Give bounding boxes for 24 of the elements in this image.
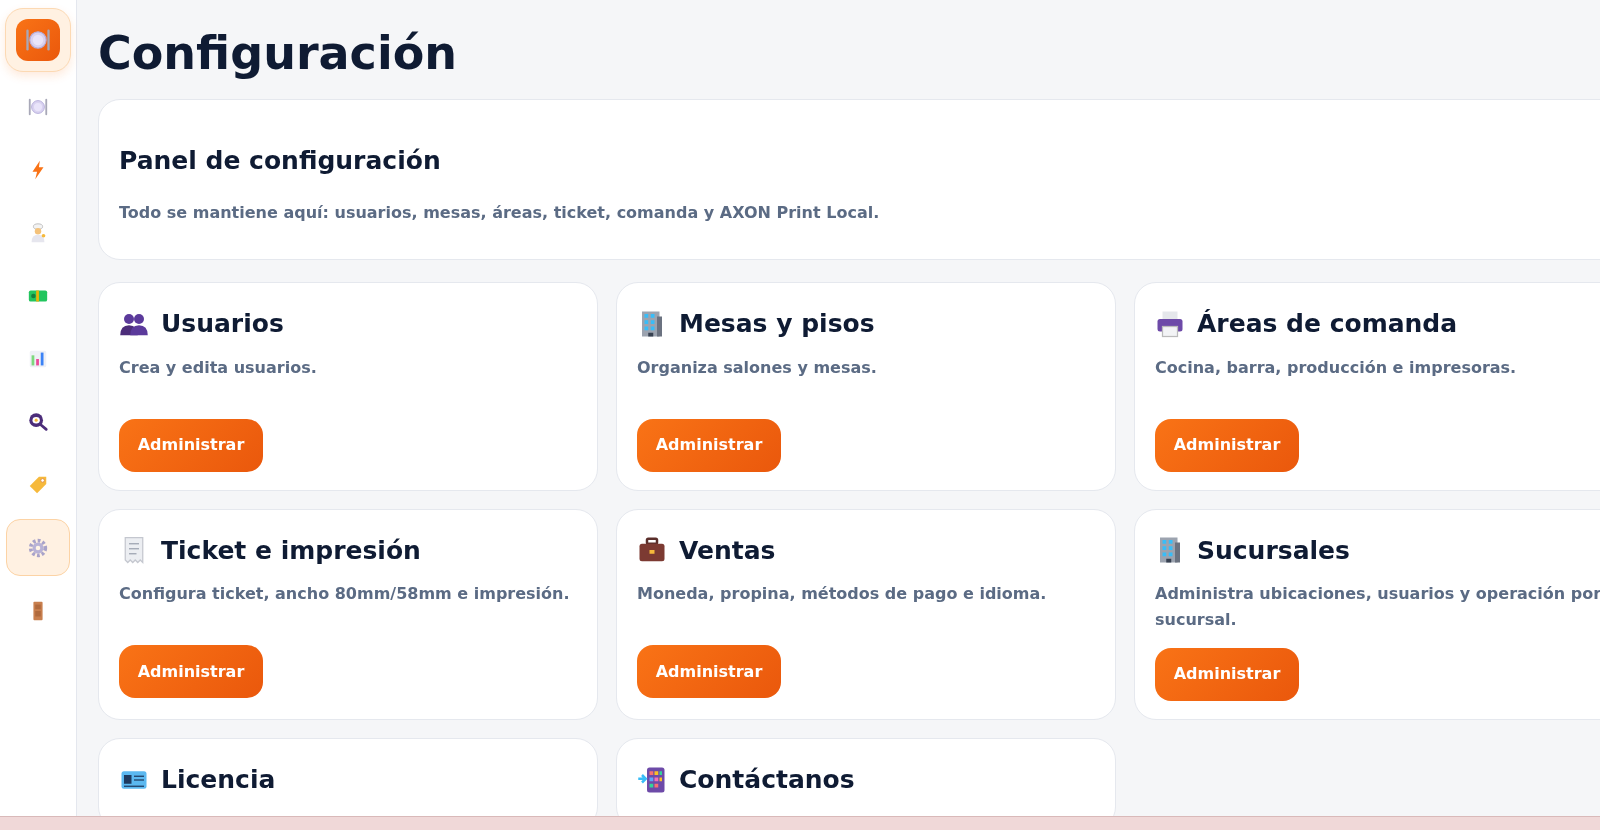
card-description: Configura ticket, ancho 80mm/58mm e impresión. bbox=[119, 583, 571, 606]
card-description: Moneda, propina, métodos de pago e idioma. bbox=[637, 583, 1048, 606]
card-description: Crea y edita usuarios. bbox=[119, 356, 318, 379]
card-description: Organiza salones y mesas. bbox=[637, 356, 878, 379]
card-title: Licencia bbox=[161, 763, 276, 796]
card-title: Ticket e impresión bbox=[161, 534, 421, 567]
panel-title: Panel de configuración bbox=[119, 144, 442, 177]
card-title: Mesas y pisos bbox=[679, 308, 875, 341]
card-title: Áreas de comanda bbox=[1197, 308, 1458, 341]
card-title: Sucursales bbox=[1197, 534, 1350, 567]
manage-button[interactable]: Administrar bbox=[637, 645, 781, 699]
manage-button[interactable]: Administrar bbox=[1155, 418, 1299, 472]
logo-icon[interactable] bbox=[5, 8, 71, 72]
card-title: Contáctanos bbox=[679, 763, 855, 796]
card-title: Ventas bbox=[679, 534, 776, 567]
manage-button[interactable]: Administrar bbox=[119, 418, 263, 472]
panel-description: Todo se mantiene aquí: usuarios, mesas, áreas, ticket, comanda y AXON Print Local. bbox=[119, 202, 881, 225]
card-description: Cocina, barra, producción e impresoras. bbox=[1155, 356, 1518, 379]
page-title: Configuración bbox=[98, 28, 458, 79]
manage-button[interactable]: Administrar bbox=[637, 418, 781, 472]
manage-button[interactable]: Administrar bbox=[119, 645, 263, 699]
gear-icon bbox=[27, 536, 49, 559]
manage-button[interactable]: Administrar bbox=[1155, 647, 1299, 701]
card-title: Usuarios bbox=[161, 308, 284, 341]
